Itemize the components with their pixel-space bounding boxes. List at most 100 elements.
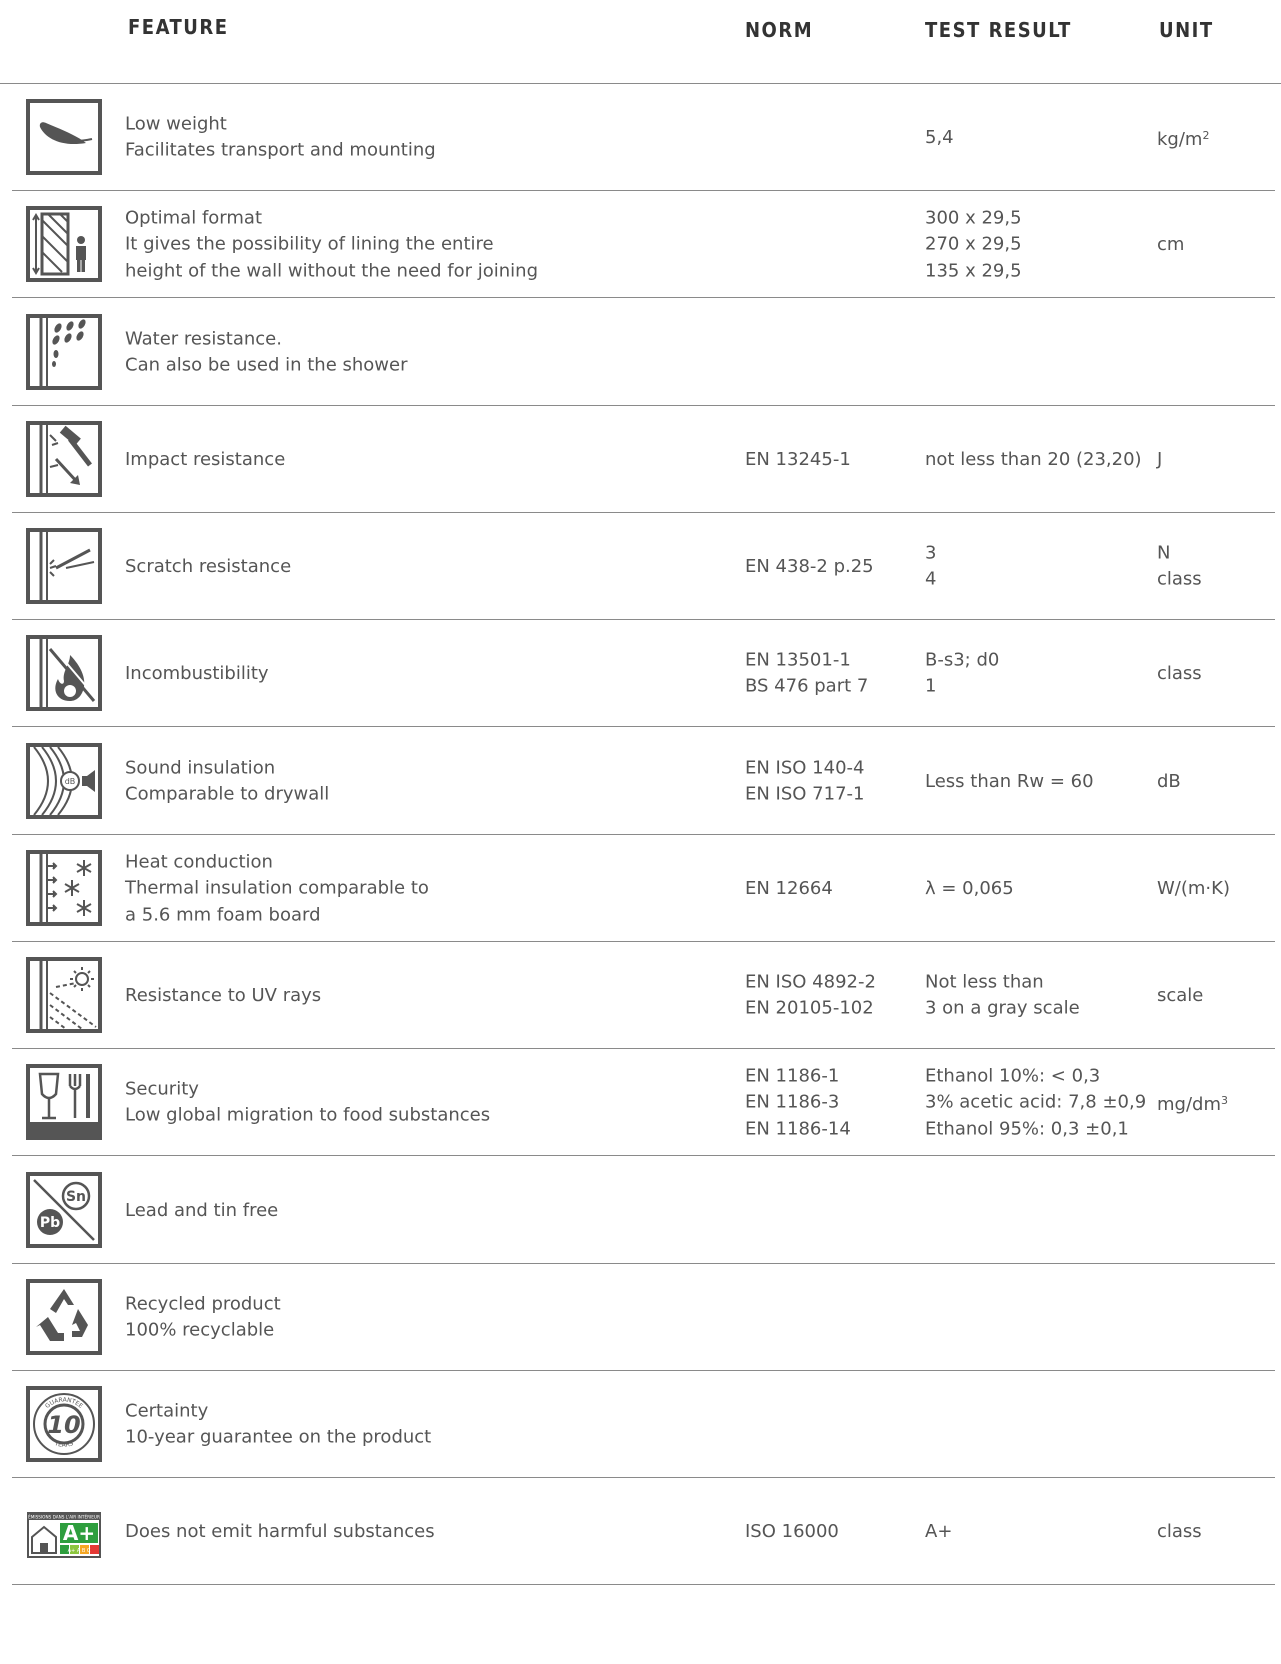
feature-text-line: Scratch resistance bbox=[125, 555, 292, 577]
test-result-text-line: 300 x 29,5 bbox=[925, 206, 1022, 228]
test-result-text-line: λ = 0,065 bbox=[925, 877, 1014, 899]
table-row: Water resistance. Can also be used in the… bbox=[12, 299, 1275, 406]
feature-text: Optimal format It gives the possibility o… bbox=[125, 205, 538, 285]
feature-text: Resistance to UV rays bbox=[125, 982, 321, 1009]
unit-text-line: scale bbox=[1157, 984, 1204, 1006]
header-norm: NORM bbox=[745, 18, 814, 42]
guarantee-10-icon: 10 GUARANTEE YEARS bbox=[26, 1385, 102, 1462]
svg-text:A+: A+ bbox=[63, 1521, 95, 1545]
feature-text-line: Low global migration to food substances bbox=[125, 1104, 491, 1126]
feature-text: Scratch resistance bbox=[125, 553, 291, 580]
feature-text: Impact resistance bbox=[125, 446, 285, 473]
norm-text-line: ISO 16000 bbox=[745, 1520, 839, 1542]
recycle-icon bbox=[26, 1278, 102, 1355]
feature-text-line: 10-year guarantee on the product bbox=[125, 1426, 432, 1448]
table-row: Incombustibility EN 13501-1 BS 476 part 7 B… bbox=[12, 620, 1275, 727]
feature-text: Certainty 10-year guarantee on the produc… bbox=[125, 1398, 431, 1451]
feature-text-line: 100% recyclable bbox=[125, 1319, 275, 1341]
test-result-text: not less than 20 (23,20) bbox=[925, 446, 1142, 473]
feature-text-line: Lead and tin free bbox=[125, 1199, 279, 1221]
test-result-text: A+ bbox=[925, 1518, 952, 1545]
feature-text: Incombustibility bbox=[125, 660, 269, 687]
unit-text-line: kg/m2 bbox=[1157, 128, 1210, 150]
feature-text: Water resistance. Can also be used in the… bbox=[125, 326, 408, 379]
feature-text-line: It gives the possibility of lining the e… bbox=[125, 233, 494, 255]
unit-text: mg/dm3 bbox=[1157, 1087, 1228, 1118]
unit-text-line: class bbox=[1157, 568, 1202, 590]
norm-text-line: EN 13245-1 bbox=[745, 448, 851, 470]
test-result-text-line: A+ bbox=[925, 1520, 953, 1542]
table-header: FEATURE NORM TEST RESULT UNIT bbox=[0, 0, 1281, 84]
norm-text-line: EN ISO 717-1 bbox=[745, 783, 865, 805]
test-result-text-line: Ethanol 95%: 0,3 ±0,1 bbox=[925, 1117, 1129, 1139]
header-unit: UNIT bbox=[1159, 18, 1214, 42]
feature-text: Security Low global migration to food sub… bbox=[125, 1076, 490, 1129]
norm-text-line: EN 13501-1 bbox=[745, 649, 851, 670]
emission-label-icon: ÉMISSIONS DANS L'AIR INTÉRIEUR A+ A+ A B C bbox=[26, 1493, 102, 1569]
svg-text:ÉMISSIONS DANS L'AIR INTÉRIEUR: ÉMISSIONS DANS L'AIR INTÉRIEUR bbox=[28, 1514, 100, 1519]
test-result-text: 34 bbox=[925, 540, 936, 593]
lead-tin-free-icon: Sn Pb bbox=[26, 1171, 102, 1248]
feature-text: Sound insulation Comparable to drywall bbox=[125, 755, 329, 808]
test-result-text-line: B-s3; d0 bbox=[925, 649, 1000, 670]
unit-text-line: N bbox=[1157, 542, 1171, 563]
unit-text: dB bbox=[1157, 768, 1181, 795]
feature-text-line: Security bbox=[125, 1078, 199, 1099]
norm-text: EN 1186-1 EN 1186-3 EN 1186-14 bbox=[745, 1063, 851, 1143]
feature-text: Heat conduction Thermal insulation compar… bbox=[125, 849, 429, 929]
norm-text-line: EN 1186-1 bbox=[745, 1064, 840, 1086]
test-result-text-line: 135 x 29,5 bbox=[925, 259, 1022, 281]
water-drops-icon bbox=[26, 313, 102, 390]
test-result-text-line: Not less than bbox=[925, 971, 1044, 992]
no-fire-icon bbox=[26, 634, 102, 711]
norm-text: EN ISO 140-4 EN ISO 717-1 bbox=[745, 755, 865, 808]
feature-text-line: Water resistance. bbox=[125, 328, 282, 349]
header-test-result: TEST RESULT bbox=[925, 18, 1072, 42]
test-result-text-line: 270 x 29,5 bbox=[925, 233, 1022, 255]
test-result-text: Less than Rw = 60 bbox=[925, 768, 1094, 795]
svg-text:dB: dB bbox=[65, 777, 76, 786]
table-row: Optimal format It gives the possibility o… bbox=[12, 191, 1275, 298]
test-result-text-line: 3% acetic acid: 7,8 ±0,9 bbox=[925, 1091, 1147, 1113]
norm-text: EN 13245-1 bbox=[745, 446, 851, 473]
svg-text:Pb: Pb bbox=[40, 1215, 60, 1231]
unit-text: W/(m·K) bbox=[1157, 875, 1230, 902]
unit-text-line: mg/dm3 bbox=[1157, 1093, 1228, 1115]
test-result-text-line: not less than 20 (23,20) bbox=[925, 448, 1142, 470]
feature-text-line: Comparable to drywall bbox=[125, 783, 330, 805]
table-row: Low weight Facilitates transport and moun… bbox=[12, 84, 1275, 191]
test-result-text-line: Less than Rw = 60 bbox=[925, 770, 1094, 792]
unit-text: class bbox=[1157, 660, 1202, 687]
unit-text: J bbox=[1157, 446, 1162, 473]
norm-text-line: EN 1186-3 bbox=[745, 1091, 840, 1113]
feature-text-line: Heat conduction bbox=[125, 850, 273, 872]
hammer-impact-icon bbox=[26, 420, 102, 497]
unit-text: kg/m2 bbox=[1157, 122, 1209, 153]
test-result-text: Not less than 3 on a gray scale bbox=[925, 969, 1080, 1022]
unit-text: cm bbox=[1157, 231, 1184, 258]
unit-text-line: W/(m·K) bbox=[1157, 877, 1230, 899]
table-row: Impact resistance EN 13245-1 not less than… bbox=[12, 406, 1275, 513]
feature-text-line: Sound insulation bbox=[125, 757, 276, 778]
table-row: Sn Pb Lead and tin free bbox=[12, 1157, 1275, 1264]
feature-text: Lead and tin free bbox=[125, 1197, 278, 1224]
feature-text-line: Impact resistance bbox=[125, 448, 286, 470]
svg-text:10: 10 bbox=[47, 1411, 80, 1439]
test-result-text: λ = 0,065 bbox=[925, 875, 1014, 902]
norm-text: EN ISO 4892-2 EN 20105-102 bbox=[745, 969, 876, 1022]
feature-text-line: Incombustibility bbox=[125, 662, 269, 684]
glass-fork-icon bbox=[26, 1063, 102, 1140]
norm-text-line: EN ISO 4892-2 bbox=[745, 971, 876, 992]
sun-uv-icon bbox=[26, 956, 102, 1033]
norm-text: ISO 16000 bbox=[745, 1518, 839, 1545]
test-result-text: 5,4 bbox=[925, 124, 954, 151]
norm-text: EN 13501-1 BS 476 part 7 bbox=[745, 647, 868, 700]
test-result-text-line: 3 on a gray scale bbox=[925, 997, 1080, 1019]
test-result-text: 300 x 29,5 270 x 29,5 135 x 29,5 bbox=[925, 205, 1022, 285]
feature-text: Does not emit harmful substances bbox=[125, 1518, 435, 1545]
unit-text-line: class bbox=[1157, 662, 1202, 684]
test-result-text-line: 3 bbox=[925, 542, 937, 563]
table-row: Security Low global migration to food sub… bbox=[12, 1049, 1275, 1156]
test-result-text: Ethanol 10%: < 0,3 3% acetic acid: 7,8 ±0… bbox=[925, 1063, 1146, 1143]
test-result-text-line: 1 bbox=[925, 675, 937, 697]
